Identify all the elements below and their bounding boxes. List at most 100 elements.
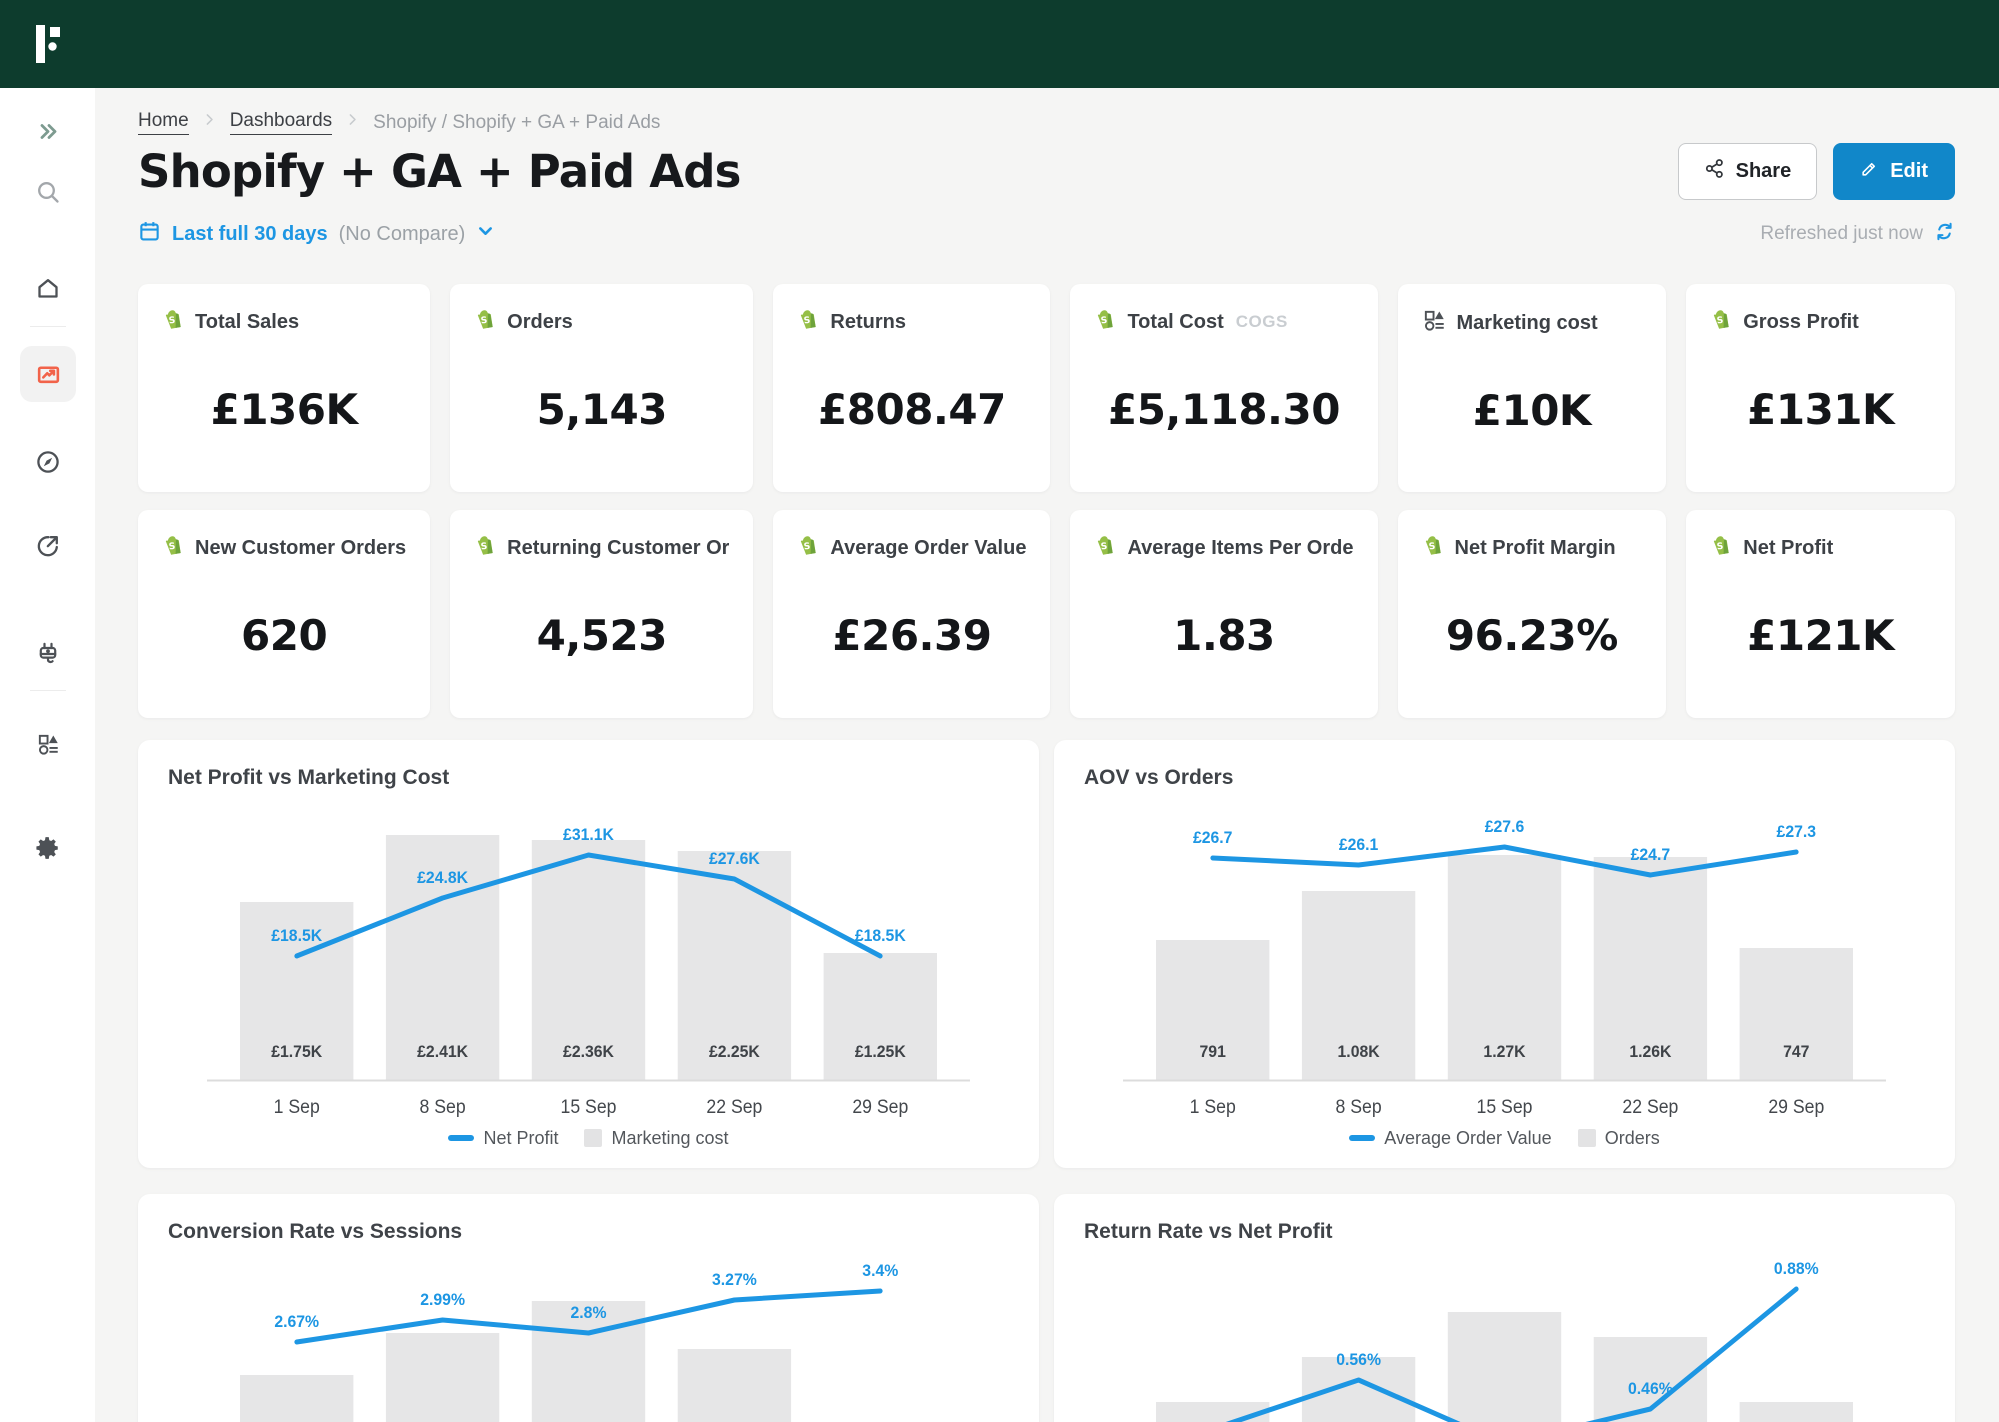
kpi-header: S Net Profit: [1710, 534, 1931, 562]
kpi-value: £808.47: [818, 384, 1006, 434]
chart-legend: Average Order Value Orders: [1084, 1122, 1925, 1154]
svg-text:S: S: [1428, 542, 1436, 553]
kpi-value: 4,523: [536, 610, 668, 660]
breadcrumb-link[interactable]: Dashboards: [229, 110, 333, 135]
brand-logo-icon[interactable]: [34, 24, 74, 64]
x-tick-label: 15 Sep: [1477, 1095, 1533, 1117]
kpi-card: S Net Profit Margin 96.23%: [1397, 510, 1667, 718]
shopify-icon: S: [1710, 534, 1733, 562]
kpi-label: Returning Customer Or: [507, 536, 730, 559]
svg-text:S: S: [1101, 316, 1109, 327]
shapes-icon: [1422, 308, 1447, 338]
shopify-icon: S: [1710, 308, 1733, 336]
bar: [1156, 1402, 1270, 1422]
breadcrumb-chevron-icon: [201, 111, 218, 134]
shopify-icon: S: [162, 534, 185, 562]
legend-label: Net Profit: [483, 1127, 559, 1148]
bar-label: £2.25K: [709, 1042, 760, 1061]
compass-icon: [35, 449, 61, 475]
kpi-card: S Net Profit £121K: [1686, 510, 1955, 718]
home-nav[interactable]: [20, 260, 76, 316]
x-tick-label: 8 Sep: [420, 1095, 466, 1117]
gear-icon: [35, 835, 61, 861]
breadcrumb-chevron-icon: [344, 111, 361, 134]
integrations-nav[interactable]: [20, 626, 76, 682]
compare-label: (No Compare): [338, 222, 466, 245]
x-tick-label: 1 Sep: [274, 1095, 320, 1117]
date-range-label: Last full 30 days: [172, 222, 328, 245]
share-button[interactable]: Share: [1677, 143, 1818, 200]
kpi-card: S New Customer Orders 620: [138, 510, 431, 718]
line-label: 0.46%: [1628, 1379, 1673, 1398]
svg-text:S: S: [481, 316, 489, 327]
kpi-card: S Average Order Value £26.39: [773, 510, 1051, 718]
settings-nav[interactable]: [20, 820, 76, 876]
kpi-label: Gross Profit: [1743, 310, 1859, 333]
header-buttons: Share Edit: [1677, 143, 1955, 200]
kpi-header: S Net Profit Margin: [1422, 534, 1643, 562]
line-label: 3.27%: [712, 1270, 757, 1289]
header-row: Shopify + GA + Paid Ads Share Edit: [138, 143, 1955, 200]
kpi-value: 5,143: [536, 384, 668, 434]
svg-text:S: S: [804, 316, 812, 327]
kpi-card: S Returning Customer Or 4,523: [450, 510, 754, 718]
legend-item[interactable]: Orders: [1577, 1128, 1660, 1149]
x-tick-label: 8 Sep: [1336, 1095, 1382, 1117]
x-tick-label: 22 Sep: [706, 1095, 762, 1117]
line-label: 2.8%: [571, 1303, 607, 1322]
chart-card: AOV vs Orders 791 1.08K 1.27K 1.26K 747 £26.7 £…: [1054, 740, 1955, 1168]
x-tick-label: 22 Sep: [1622, 1095, 1678, 1117]
date-range-filter[interactable]: Last full 30 days (No Compare): [138, 220, 495, 248]
chart-title: Net Profit vs Marketing Cost: [168, 766, 450, 789]
kpi-header: S Total Cost COGS: [1094, 308, 1353, 336]
kpi-card: S Returns £808.47: [773, 284, 1051, 492]
svg-text:S: S: [168, 316, 176, 327]
legend-item[interactable]: Net Profit: [448, 1128, 558, 1149]
line-label: £24.8K: [417, 868, 468, 887]
chart-plot: 791 1.08K 1.27K 1.26K 747 £26.7 £26.1 £27.6 £24.…: [1123, 817, 1886, 1117]
shared-link-nav[interactable]: [20, 518, 76, 574]
line-label: 0.88%: [1774, 1259, 1819, 1278]
shopify-icon: S: [1094, 308, 1117, 336]
bar: [385, 1333, 500, 1422]
charts-grid: Net Profit vs Marketing Cost £1.75K £2.41K…: [138, 740, 1955, 1422]
kpi-label: Total Sales: [195, 310, 300, 333]
chart-title: AOV vs Orders: [1084, 766, 1234, 789]
refresh-icon[interactable]: [1934, 221, 1955, 247]
dashboards-nav[interactable]: [20, 346, 76, 402]
bar-label: £1.75K: [271, 1042, 322, 1061]
chart-plot: 0.56% 0.46% 0.88%: [1156, 1259, 1853, 1422]
kpi-card: Marketing cost £10K: [1397, 284, 1667, 492]
discover-nav[interactable]: [20, 434, 76, 490]
legend-item[interactable]: Marketing cost: [584, 1128, 729, 1149]
kpi-header: S Total Sales: [162, 308, 406, 336]
kpi-header: S Returns: [797, 308, 1026, 336]
blocks-nav[interactable]: [20, 716, 76, 772]
chart-plot: £1.75K £2.41K £2.36K £2.25K £1.25K £18.5K £24.…: [207, 825, 970, 1117]
line-label: 0.56%: [1336, 1350, 1381, 1369]
line-label: £26.1: [1339, 835, 1379, 854]
kpi-value: £5,118.30: [1107, 384, 1340, 434]
kpi-card: S Total Cost COGS £5,118.30: [1070, 284, 1378, 492]
bar-label: 1.27K: [1483, 1042, 1525, 1061]
collapse-sidebar-button[interactable]: [20, 103, 76, 159]
sidebar-divider: [30, 326, 66, 327]
chart-plot: 2.67% 2.99% 2.8% 3.27% 3.4%: [240, 1261, 899, 1422]
legend-bar-swatch: [1577, 1129, 1596, 1147]
edit-button[interactable]: Edit: [1833, 143, 1955, 200]
legend-item[interactable]: Average Order Value: [1349, 1127, 1552, 1149]
shopify-icon: S: [474, 534, 497, 562]
svg-text:S: S: [481, 542, 489, 553]
legend-label: Average Order Value: [1384, 1127, 1552, 1148]
edit-button-label: Edit: [1890, 160, 1928, 182]
search-button[interactable]: [20, 164, 76, 220]
chart-title: Return Rate vs Net Profit: [1084, 1220, 1333, 1243]
kpi-label: Returns: [830, 310, 906, 333]
search-icon: [35, 179, 61, 205]
chevron-down-icon: [476, 222, 495, 246]
kpi-value: £26.39: [832, 610, 992, 660]
breadcrumb-link[interactable]: Home: [138, 110, 189, 135]
x-tick-label: 15 Sep: [561, 1095, 617, 1117]
app-window: Home Dashboards Shopify / Shopify + GA + P…: [0, 0, 1999, 1422]
chart-title: Conversion Rate vs Sessions: [168, 1220, 463, 1243]
